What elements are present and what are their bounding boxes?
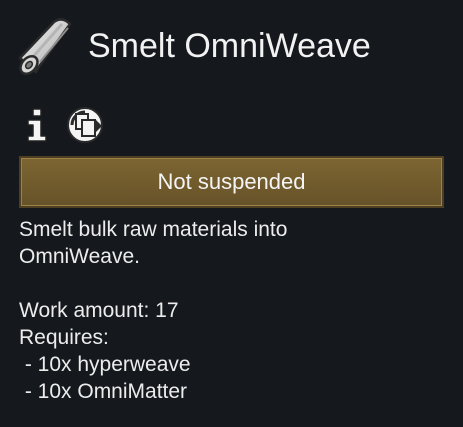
work-amount-line: Work amount: 17 <box>19 299 179 322</box>
info-icon[interactable] <box>24 108 50 142</box>
bill-description: Smelt bulk raw materials into OmniWeave.… <box>19 216 449 405</box>
description-line: OmniWeave. <box>19 245 140 268</box>
description-line: Smelt bulk raw materials into <box>19 218 288 241</box>
action-icons-row <box>24 106 104 144</box>
suspend-toggle-button[interactable]: Not suspended <box>19 156 444 208</box>
fabric-bolt-icon <box>18 18 72 76</box>
bill-header: Smelt OmniWeave <box>14 14 371 78</box>
bill-title: Smelt OmniWeave <box>88 27 371 65</box>
requires-label: Requires: <box>19 326 109 349</box>
copy-settings-icon[interactable] <box>66 106 104 144</box>
requirement-item: - 10x hyperweave <box>19 353 191 376</box>
description-blank-line <box>19 270 449 297</box>
requirement-item: - 10x OmniMatter <box>19 380 188 403</box>
bill-details-panel: Smelt OmniWeave Not suspended Smelt bulk… <box>0 0 463 427</box>
